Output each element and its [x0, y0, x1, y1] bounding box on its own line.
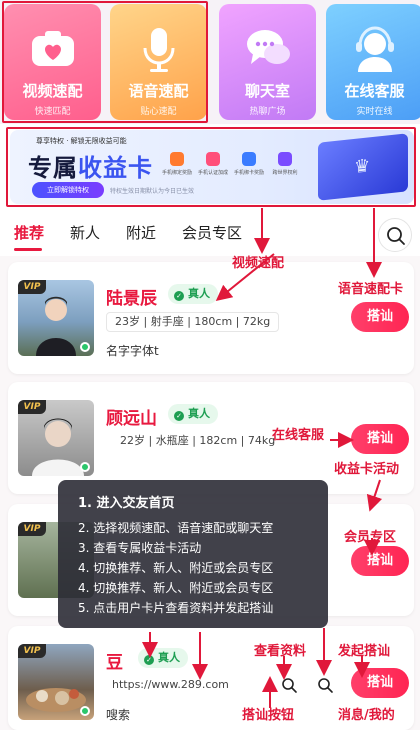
tile-title: 聊天室: [244, 82, 290, 100]
popup-step: 4. 切换推荐、新人、附近或会员专区: [78, 581, 274, 595]
popup-step: 1. 进入交友首页: [78, 496, 175, 511]
user-name: 陆景辰: [106, 289, 157, 309]
real-person-badge: ✓ 真人: [138, 648, 188, 668]
avatar[interactable]: VIP: [18, 644, 94, 720]
annotation-label: 搭讪按钮: [242, 708, 295, 723]
real-person-badge: ✓ 真人: [168, 404, 218, 424]
online-service-tile[interactable]: 在线客服 实时在线: [326, 4, 420, 120]
user-bio: 嗖索: [106, 708, 131, 722]
popup-step: 5. 点击用户卡片查看资料并发起搭讪: [78, 601, 274, 615]
tab-vip-zone[interactable]: 会员专区: [182, 222, 242, 243]
annotation-label: 查看资料: [254, 644, 307, 659]
annotation-label: 收益卡活动: [334, 462, 400, 477]
popup-step: 3. 查看专属收益卡活动: [78, 541, 202, 555]
vip-badge: VIP: [18, 644, 46, 658]
online-status-dot: [80, 462, 90, 472]
greet-button[interactable]: 搭讪: [351, 668, 409, 698]
annotation-label: 会员专区: [344, 530, 397, 545]
vip-badge: VIP: [18, 522, 46, 536]
avatar[interactable]: VIP: [18, 280, 94, 356]
highlight-box-tiles: [2, 1, 208, 123]
online-status-dot: [80, 706, 90, 716]
chat-bubbles-icon: [247, 30, 290, 64]
annotation-label: 语音速配卡: [338, 282, 404, 297]
user-name: 顾远山: [106, 409, 157, 429]
greet-button[interactable]: 搭讪: [351, 302, 409, 332]
annotation-label: 消息/我的: [338, 708, 395, 723]
check-icon: ✓: [174, 291, 184, 301]
annotation-label: 视频速配: [232, 256, 285, 271]
real-person-badge: ✓ 真人: [168, 284, 218, 304]
tab-recommend[interactable]: 推荐: [14, 222, 44, 243]
tab-new[interactable]: 新人: [70, 222, 100, 243]
active-tab-indicator: [14, 248, 42, 251]
greet-button[interactable]: 搭讪: [351, 424, 409, 454]
search-icon: [387, 227, 405, 245]
greet-button[interactable]: 搭讪: [351, 546, 409, 576]
popup-step: 4. 切换推荐、新人、附近或会员专区: [78, 561, 274, 575]
search-button[interactable]: [378, 218, 412, 252]
check-icon: ✓: [144, 655, 154, 665]
annotation-label: 发起搭讪: [338, 644, 391, 659]
headset-agent-icon: [356, 26, 394, 72]
vip-badge: VIP: [18, 280, 46, 294]
chat-room-tile[interactable]: 聊天室 热聊广场: [219, 4, 316, 120]
view-profile-search-icon[interactable]: [280, 676, 298, 694]
tile-subtitle: 热聊广场: [249, 107, 286, 117]
annotation-label: 在线客服: [272, 428, 325, 443]
search-icon[interactable]: [316, 676, 334, 694]
verify-label: 真人: [158, 651, 180, 664]
user-tags: 22岁 | 水瓶座 | 182cm | 74kg: [120, 434, 276, 447]
user-card[interactable]: VIP 顾远山 ✓ 真人 22岁 | 水瓶座 | 182cm | 74kg 搭讪: [8, 382, 414, 494]
user-name: 豆: [106, 653, 123, 673]
instruction-popup: 1. 进入交友首页 2. 选择视频速配、语音速配或聊天室 3. 查看专属收益卡活…: [58, 480, 328, 628]
avatar[interactable]: VIP: [18, 400, 94, 476]
highlight-box-banner: [6, 127, 416, 207]
online-status-dot: [80, 342, 90, 352]
category-tabs: 推荐 新人 附近 会员专区: [0, 214, 420, 254]
user-bio: 名字字体t: [106, 344, 159, 358]
check-icon: ✓: [174, 411, 184, 421]
tile-subtitle: 实时在线: [356, 107, 393, 117]
url-text: https://www.289.com: [112, 678, 229, 691]
vip-badge: VIP: [18, 400, 46, 414]
tab-nearby[interactable]: 附近: [126, 222, 156, 243]
verify-label: 真人: [188, 287, 210, 300]
popup-step: 2. 选择视频速配、语音速配或聊天室: [78, 521, 274, 535]
user-tags: 23岁 | 射手座 | 180cm | 72kg: [106, 312, 280, 332]
tile-title: 在线客服: [344, 82, 405, 100]
verify-label: 真人: [188, 407, 210, 420]
